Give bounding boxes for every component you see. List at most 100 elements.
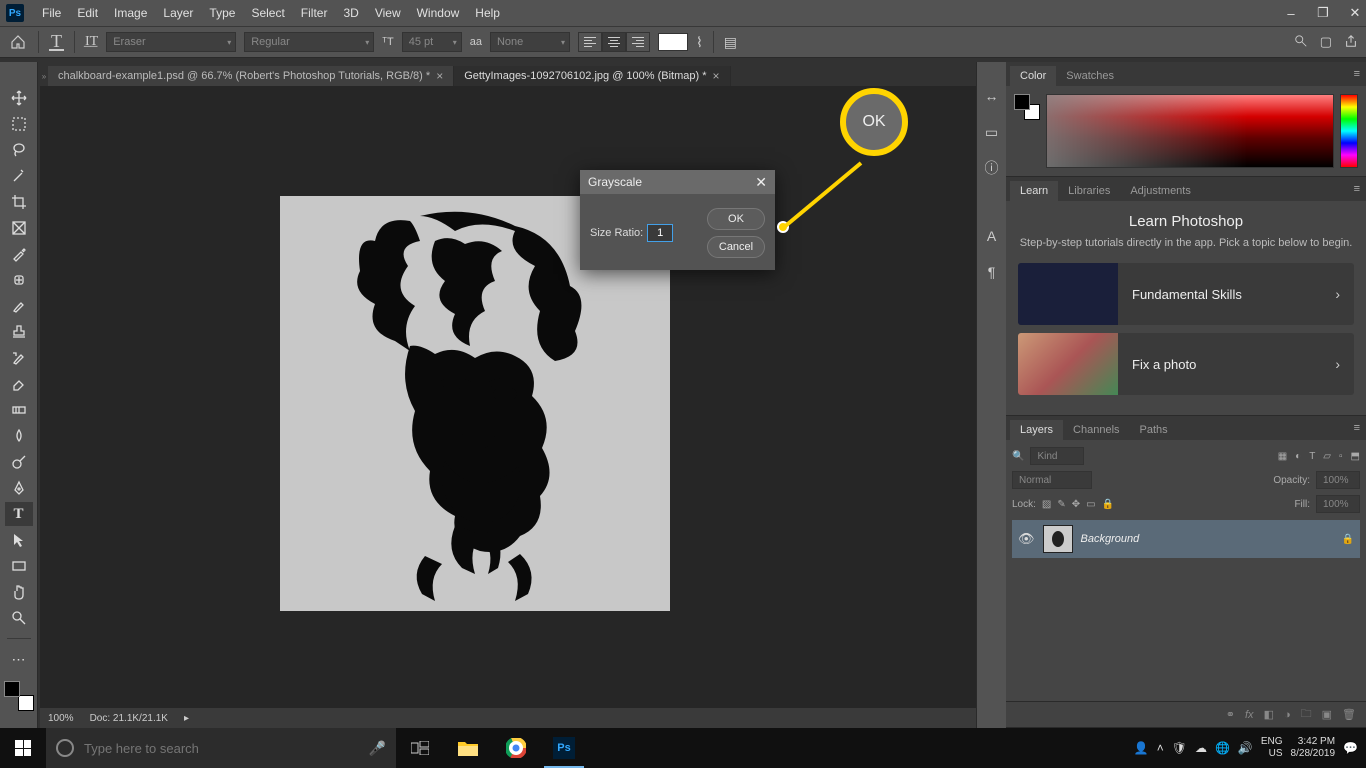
properties-panel-icon[interactable]: ▭ bbox=[982, 122, 1002, 142]
crop-tool[interactable] bbox=[5, 190, 33, 214]
menu-layer[interactable]: Layer bbox=[155, 6, 201, 20]
stamp-tool[interactable] bbox=[5, 320, 33, 344]
paragraph-panel-icon[interactable]: ¶ bbox=[982, 262, 1002, 282]
filter-shape-icon[interactable]: ▱ bbox=[1323, 451, 1331, 462]
hue-slider[interactable] bbox=[1340, 94, 1358, 168]
lasso-tool[interactable] bbox=[5, 138, 33, 162]
character-panel-icon[interactable]: A bbox=[982, 226, 1002, 246]
hand-tool[interactable] bbox=[5, 580, 33, 604]
tabs-expand-icon[interactable]: » bbox=[40, 66, 48, 86]
tab-adjustments[interactable]: Adjustments bbox=[1120, 181, 1201, 201]
eyedropper-tool[interactable] bbox=[5, 242, 33, 266]
zoom-tool[interactable] bbox=[5, 606, 33, 630]
start-button[interactable] bbox=[0, 728, 46, 768]
history-brush-tool[interactable] bbox=[5, 346, 33, 370]
tab-paths[interactable]: Paths bbox=[1130, 420, 1178, 440]
layer-mask-icon[interactable]: ◧ bbox=[1264, 708, 1274, 721]
filter-type-icon[interactable]: T bbox=[1309, 451, 1315, 462]
color-swatches[interactable] bbox=[4, 681, 34, 711]
clock[interactable]: 3:42 PM8/28/2019 bbox=[1291, 736, 1336, 760]
lock-brush-icon[interactable]: ✎ bbox=[1057, 499, 1065, 510]
magic-wand-tool[interactable] bbox=[5, 164, 33, 188]
lock-position-icon[interactable]: ✥ bbox=[1072, 499, 1080, 510]
minimize-button[interactable]: – bbox=[1284, 6, 1298, 20]
file-explorer-app[interactable] bbox=[444, 728, 492, 768]
photoshop-app[interactable]: Ps bbox=[540, 728, 588, 768]
frame-tool[interactable] bbox=[5, 216, 33, 240]
tab-learn[interactable]: Learn bbox=[1010, 181, 1058, 201]
filter-toggle-icon[interactable]: ⬒ bbox=[1351, 451, 1360, 462]
menu-window[interactable]: Window bbox=[409, 6, 468, 20]
learn-card-fix-photo[interactable]: Fix a photo › bbox=[1018, 333, 1354, 395]
menu-image[interactable]: Image bbox=[106, 6, 155, 20]
search-icon[interactable]: 🔍 bbox=[1012, 451, 1024, 462]
adjustment-layer-icon[interactable]: ◑ bbox=[1284, 709, 1291, 721]
group-icon[interactable]: 🗀 bbox=[1301, 705, 1312, 724]
color-fg-bg-swatches[interactable] bbox=[1014, 94, 1040, 120]
menu-file[interactable]: File bbox=[34, 6, 69, 20]
font-size-select[interactable]: 45 pt bbox=[402, 32, 462, 52]
size-ratio-input[interactable] bbox=[647, 224, 673, 242]
cortana-icon[interactable] bbox=[56, 739, 74, 757]
panel-menu-icon[interactable]: ≡ bbox=[1354, 68, 1360, 80]
menu-type[interactable]: Type bbox=[201, 6, 243, 20]
tray-expand-icon[interactable]: ˄ bbox=[1157, 741, 1164, 755]
menu-filter[interactable]: Filter bbox=[293, 6, 336, 20]
filter-pixel-icon[interactable]: ▦ bbox=[1278, 451, 1287, 462]
foreground-color-swatch[interactable] bbox=[4, 681, 20, 697]
healing-tool[interactable] bbox=[5, 268, 33, 292]
type-tool-icon[interactable]: T bbox=[49, 33, 64, 51]
dialog-titlebar[interactable]: Grayscale ✕ bbox=[580, 170, 775, 194]
close-button[interactable]: ✕ bbox=[1348, 6, 1362, 20]
lock-icon[interactable]: 🔒 bbox=[1342, 534, 1354, 545]
blend-mode-select[interactable]: Normal bbox=[1012, 471, 1092, 489]
chrome-app[interactable] bbox=[492, 728, 540, 768]
tab-close-icon[interactable]: × bbox=[436, 69, 443, 83]
notifications-icon[interactable]: 💬 bbox=[1343, 741, 1358, 755]
onedrive-icon[interactable]: ☁ bbox=[1195, 741, 1207, 755]
cancel-button[interactable]: Cancel bbox=[707, 236, 765, 258]
network-icon[interactable]: 🌐 bbox=[1215, 741, 1230, 755]
background-color-swatch[interactable] bbox=[18, 695, 34, 711]
visibility-toggle-icon[interactable]: 👁 bbox=[1018, 531, 1035, 547]
filter-smart-icon[interactable]: ▫ bbox=[1339, 451, 1343, 462]
tab-layers[interactable]: Layers bbox=[1010, 420, 1063, 440]
menu-3d[interactable]: 3D bbox=[335, 6, 366, 20]
align-right-button[interactable] bbox=[626, 32, 650, 52]
rectangle-tool[interactable] bbox=[5, 554, 33, 578]
tab-libraries[interactable]: Libraries bbox=[1058, 181, 1120, 201]
pen-tool[interactable] bbox=[5, 476, 33, 500]
layer-filter-select[interactable]: Kind bbox=[1030, 447, 1084, 465]
font-style-select[interactable]: Regular bbox=[244, 32, 374, 52]
eraser-tool[interactable] bbox=[5, 372, 33, 396]
gradient-tool[interactable] bbox=[5, 398, 33, 422]
character-panel-button[interactable]: ▤ bbox=[724, 34, 737, 51]
color-picker-field[interactable] bbox=[1046, 94, 1334, 168]
home-button[interactable] bbox=[8, 32, 28, 52]
anti-alias-select[interactable]: None bbox=[490, 32, 570, 52]
dialog-close-icon[interactable]: ✕ bbox=[755, 174, 767, 191]
edit-toolbar-icon[interactable]: ⋯ bbox=[5, 647, 33, 671]
move-tool[interactable] bbox=[5, 86, 33, 110]
opacity-field[interactable]: 100% bbox=[1316, 471, 1360, 489]
layer-row-background[interactable]: 👁 Background 🔒 bbox=[1012, 520, 1360, 558]
delete-layer-icon[interactable]: 🗑 bbox=[1342, 708, 1356, 721]
lock-artboard-icon[interactable]: ▭ bbox=[1086, 499, 1095, 510]
layer-thumbnail[interactable] bbox=[1043, 525, 1073, 553]
layer-name[interactable]: Background bbox=[1081, 533, 1140, 545]
dodge-tool[interactable] bbox=[5, 450, 33, 474]
fill-field[interactable]: 100% bbox=[1316, 495, 1360, 513]
zoom-level[interactable]: 100% bbox=[48, 713, 74, 724]
fg-swatch[interactable] bbox=[1014, 94, 1030, 110]
panel-menu-icon[interactable]: ≡ bbox=[1354, 422, 1360, 434]
document-tab-active[interactable]: GettyImages-1092706102.jpg @ 100% (Bitma… bbox=[454, 66, 730, 86]
path-select-tool[interactable] bbox=[5, 528, 33, 552]
info-panel-icon[interactable]: ⓘ bbox=[982, 158, 1002, 178]
taskbar-search[interactable]: 🎤 bbox=[46, 728, 396, 768]
text-color-swatch[interactable] bbox=[658, 33, 688, 51]
new-layer-icon[interactable]: ▣ bbox=[1322, 708, 1332, 721]
layer-style-icon[interactable]: fx bbox=[1245, 709, 1254, 721]
filter-adjust-icon[interactable]: ◐ bbox=[1295, 451, 1301, 462]
marquee-tool[interactable] bbox=[5, 112, 33, 136]
menu-help[interactable]: Help bbox=[467, 6, 508, 20]
